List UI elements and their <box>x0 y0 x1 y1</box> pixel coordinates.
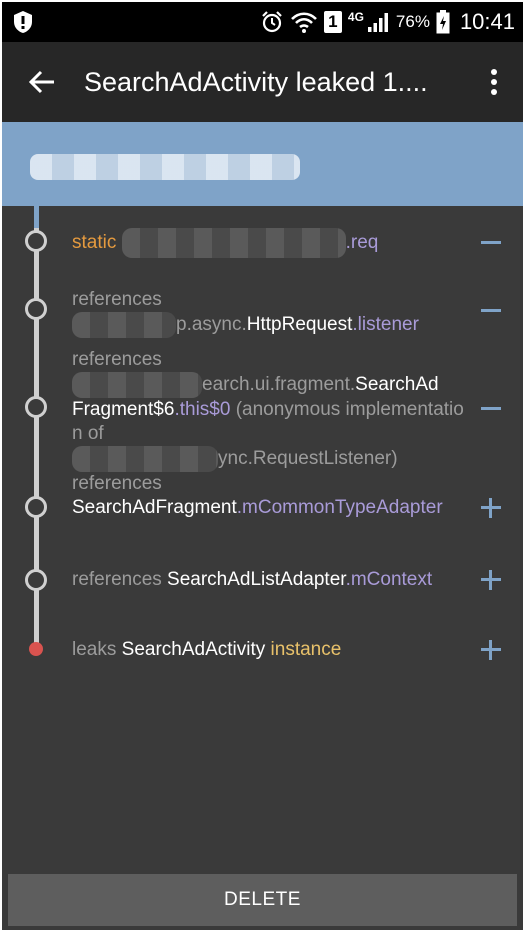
leaks-label: leaks <box>72 639 122 660</box>
trace-node <box>25 569 47 591</box>
redacted-text <box>72 372 202 398</box>
page-title: SearchAdActivity leaked 1.... <box>84 67 428 97</box>
references-label: references <box>72 289 162 310</box>
collapse-toggle[interactable] <box>479 230 503 254</box>
trace-node <box>25 396 47 418</box>
field-name: .this$0 <box>174 399 231 420</box>
instance-label: instance <box>265 639 342 660</box>
class-name: SearchAdFragment <box>72 497 237 518</box>
class-name: SearchAdListAdapter <box>167 569 346 590</box>
redacted-text <box>121 228 346 258</box>
references-label: references <box>72 473 162 494</box>
trace-row[interactable]: static .req <box>72 228 467 258</box>
static-label: static <box>72 232 122 254</box>
redacted-text <box>72 312 176 338</box>
collapse-toggle[interactable] <box>479 396 503 420</box>
trace-row[interactable]: leaks SearchAdActivity instance <box>72 638 467 662</box>
references-label: references <box>72 349 162 370</box>
network-type: 4G <box>347 10 364 24</box>
leak-trace: static .req references p.async.HttpReque… <box>2 206 523 870</box>
class-name: HttpRequest <box>246 314 353 336</box>
battery-icon <box>436 10 450 34</box>
leak-header[interactable] <box>2 122 523 206</box>
timeline-connector <box>34 206 39 228</box>
signal-icon <box>367 13 388 32</box>
footer-bar: DELETE <box>2 870 523 930</box>
shield-icon <box>14 11 32 33</box>
redacted-text <box>72 446 218 472</box>
trace-node <box>25 230 47 252</box>
interface-name: ync.RequestListener) <box>218 448 398 470</box>
package-name: p.async. <box>176 314 247 336</box>
sim-icon: 1 <box>323 11 342 33</box>
trace-row[interactable]: references p.async.HttpRequest.listener <box>72 288 467 338</box>
class-name: SearchAd <box>355 374 439 396</box>
references-label: references <box>72 569 168 590</box>
class-name: SearchAdActivity <box>121 639 266 660</box>
trace-node <box>25 298 47 320</box>
trace-row[interactable]: references SearchAdListAdapter.mContext <box>72 568 467 592</box>
alarm-icon <box>262 11 282 33</box>
trace-row[interactable]: references SearchAdFragment.mCommonTypeA… <box>72 472 467 520</box>
redacted-header-text <box>30 154 300 180</box>
app-bar: SearchAdActivity leaked 1.... <box>2 42 523 122</box>
expand-toggle[interactable] <box>479 638 503 662</box>
expand-toggle[interactable] <box>479 496 503 520</box>
field-name: .mCommonTypeAdapter <box>236 497 443 518</box>
screen: 1 4G 76% 10:41 SearchAdActivity leaked 1… <box>2 2 523 930</box>
leak-dot <box>29 642 43 656</box>
trace-row[interactable]: references earch.ui.fragment.SearchAd Fr… <box>72 348 467 472</box>
expand-toggle[interactable] <box>479 568 503 592</box>
collapse-toggle[interactable] <box>479 298 503 322</box>
battery-percent: 76% <box>395 12 430 31</box>
status-bar: 1 4G 76% 10:41 <box>2 2 523 42</box>
field-name: .mContext <box>345 569 433 590</box>
trace-node <box>25 496 47 518</box>
arrow-back-icon[interactable] <box>24 64 60 100</box>
package-name: earch.ui.fragment. <box>202 374 356 396</box>
overflow-menu-icon[interactable] <box>483 66 505 98</box>
class-name: Fragment$6 <box>72 399 175 420</box>
wifi-icon <box>290 12 317 33</box>
field-name: .req <box>345 232 379 254</box>
delete-button[interactable]: DELETE <box>8 874 517 926</box>
field-name: .listener <box>352 314 419 336</box>
clock: 10:41 <box>459 9 515 34</box>
